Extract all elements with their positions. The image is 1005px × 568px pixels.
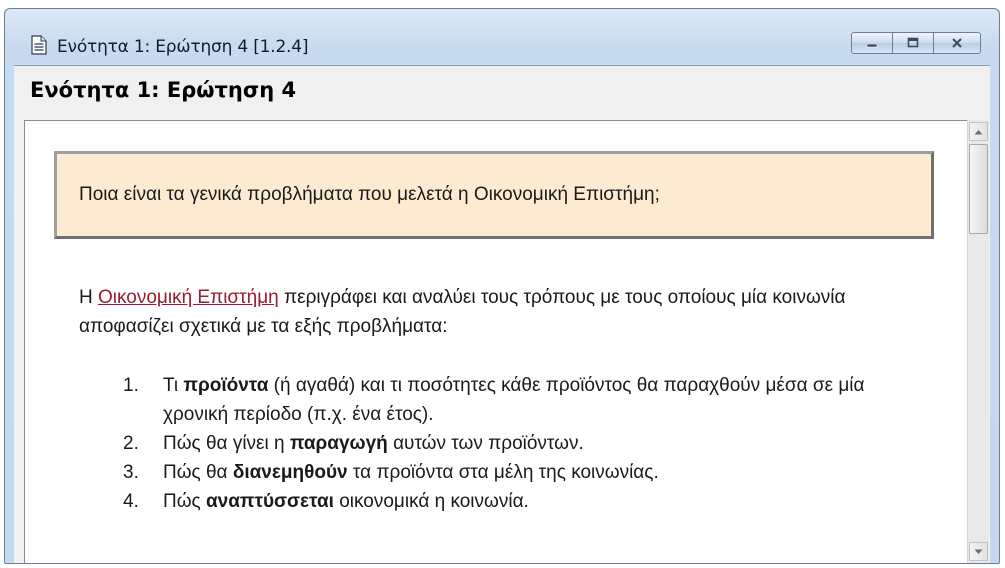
vertical-scrollbar[interactable] (967, 120, 989, 563)
list-bold: αναπτύσσεται (206, 491, 334, 512)
list-number: 2. (123, 433, 139, 454)
title-bar[interactable]: Ενότητα 1: Ερώτηση 4 [1.2.4] (5, 9, 999, 65)
chevron-down-icon (974, 549, 983, 554)
minimize-button[interactable] (851, 32, 893, 54)
list-text: Πώς θα (163, 462, 233, 483)
list-item: 2. Πώς θα γίνει η παραγωγή αυτών των προϊ… (123, 429, 913, 458)
window-controls (851, 32, 981, 54)
list-text: τα προϊόντα στα μέλη της κοινωνίας. (347, 462, 659, 483)
list-number: 4. (123, 491, 139, 512)
list-bold: παραγωγή (289, 433, 388, 454)
list-text: Τι (163, 375, 184, 396)
scroll-thumb[interactable] (969, 144, 988, 234)
answer-paragraph: Η Οικονομική Επιστήμη περιγράφει και ανα… (79, 283, 909, 341)
document-icon (31, 35, 47, 55)
list-text: Πώς θα γίνει η (163, 433, 290, 454)
scroll-up-button[interactable] (969, 122, 988, 141)
window-title: Ενότητα 1: Ερώτηση 4 [1.2.4] (57, 37, 309, 57)
chevron-up-icon (974, 129, 983, 134)
client-area: Ενότητα 1: Ερώτηση 4 Ποια είναι τα γενικ… (14, 65, 990, 563)
question-text: Ποια είναι τα γενικά προβλήματα που μελε… (79, 184, 660, 205)
close-icon (952, 38, 962, 48)
maximize-icon (907, 37, 919, 48)
page-heading: Ενότητα 1: Ερώτηση 4 (30, 78, 297, 102)
list-text: (ή αγαθά) και τι ποσότητες κάθε προϊόντο… (163, 375, 865, 425)
maximize-button[interactable] (892, 32, 934, 54)
list-number: 1. (123, 375, 139, 396)
list-item: 3. Πώς θα διανεμηθούν τα προϊόντα στα μέλ… (123, 458, 913, 487)
list-item: 1. Τι προϊόντα (ή αγαθά) και τι ποσότητες… (123, 371, 913, 429)
scroll-down-button[interactable] (969, 542, 988, 561)
list-text: οικονομικά η κοινωνία. (333, 491, 529, 512)
app-window: Ενότητα 1: Ερώτηση 4 [1.2.4] Ενότητα 1: … (4, 8, 1000, 564)
list-text: αυτών των προϊόντων. (387, 433, 584, 454)
close-button[interactable] (933, 32, 981, 54)
answer-prefix: Η (79, 287, 98, 308)
list-item: 4. Πώς αναπτύσσεται οικονομικά η κοινωνία… (123, 487, 913, 516)
content-pane: Ποια είναι τα γενικά προβλήματα που μελε… (24, 120, 973, 563)
list-bold: διανεμηθούν (232, 462, 348, 483)
question-box: Ποια είναι τα γενικά προβλήματα που μελε… (54, 151, 934, 239)
list-number: 3. (123, 462, 139, 483)
list-bold: προϊόντα (183, 375, 269, 396)
economics-link[interactable]: Οικονομική Επιστήμη (98, 287, 279, 308)
minimize-icon (866, 43, 878, 48)
list-text: Πώς (163, 491, 206, 512)
problems-list: 1. Τι προϊόντα (ή αγαθά) και τι ποσότητες… (123, 371, 913, 516)
